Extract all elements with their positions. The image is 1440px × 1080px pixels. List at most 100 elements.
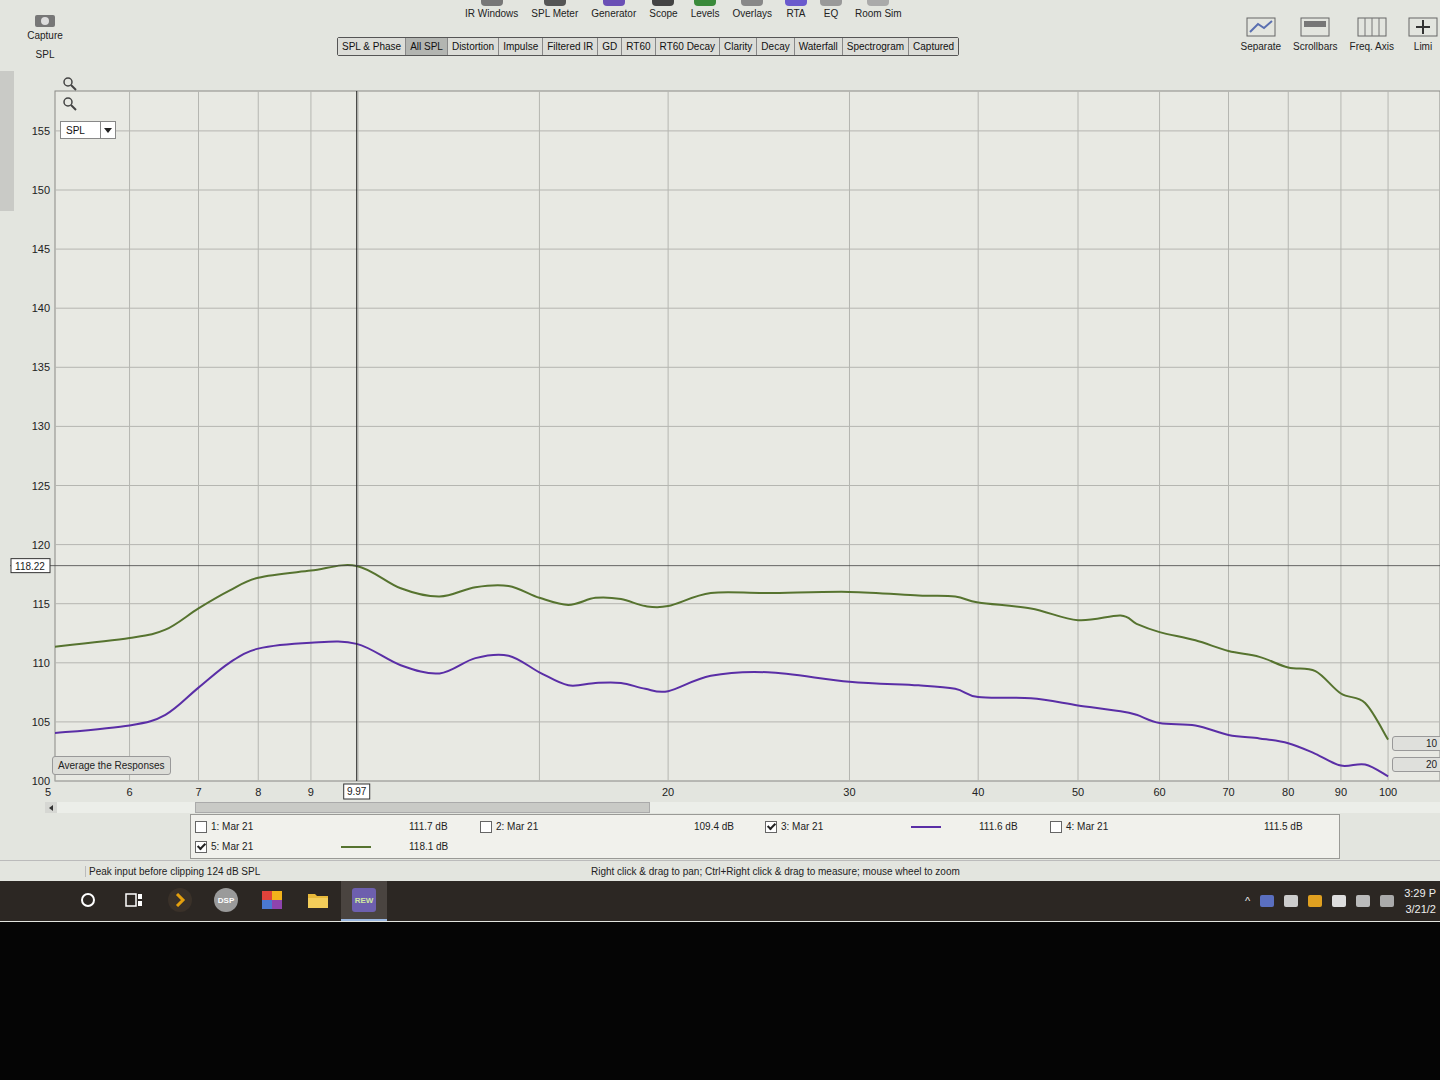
grid-line (55, 367, 1440, 368)
search-icon[interactable] (79, 891, 97, 909)
monitor-bezel (0, 922, 1440, 1080)
tool-button[interactable]: SPL Meter (531, 0, 578, 19)
view-tool-icon (1298, 16, 1332, 38)
cursor-x-label: 9.97 (347, 786, 367, 797)
tray-app-icon[interactable] (1332, 895, 1346, 907)
tab[interactable]: RT60 Decay (656, 38, 720, 55)
cursor-y-box (11, 559, 50, 573)
tab[interactable]: Waterfall (795, 38, 843, 55)
legend-item[interactable]: 5: Mar 21118.1 dB (195, 838, 480, 855)
tab[interactable]: Impulse (499, 38, 543, 55)
side-label[interactable]: 20 (1392, 757, 1440, 772)
tool-icon (603, 0, 625, 6)
tool-button[interactable]: EQ (820, 0, 842, 19)
tab[interactable]: Captured (909, 38, 958, 55)
side-label[interactable]: 10 (1392, 736, 1440, 751)
taskbar-app[interactable] (111, 881, 157, 921)
grid-line (55, 781, 1440, 782)
tool-icon (741, 0, 763, 6)
x-tick: 6 (126, 786, 132, 798)
tab[interactable]: Filtered IR (543, 38, 598, 55)
horizontal-scrollbar[interactable] (0, 801, 1440, 814)
taskbar-app[interactable] (295, 881, 341, 921)
volume-icon[interactable] (1380, 895, 1394, 907)
tool-button[interactable]: Overlays (733, 0, 772, 19)
tray-app-icon[interactable] (1260, 895, 1274, 907)
tab[interactable]: GD (598, 38, 622, 55)
taskbar-app[interactable] (157, 881, 203, 921)
tool-button[interactable]: Room Sim (855, 0, 902, 19)
legend-swatch (626, 826, 656, 828)
task-view-icon[interactable] (124, 891, 144, 909)
y-tick: 155 (32, 125, 50, 137)
tray-app-icon[interactable] (1308, 895, 1322, 907)
view-tool-button[interactable]: Separate (1240, 16, 1281, 52)
tab[interactable]: RT60 (622, 38, 655, 55)
hint-status: Right click & drag to pan; Ctrl+Right cl… (565, 866, 1440, 877)
cursor-vertical[interactable] (356, 91, 357, 781)
scroll-left-icon[interactable] (45, 802, 57, 813)
tool-row: IR Windows SPL Meter Generator Scope Levels O… (90, 0, 1240, 19)
magnifier-icon[interactable] (62, 96, 78, 112)
x-tick: 40 (972, 786, 984, 798)
legend-item[interactable]: 3: Mar 21111.6 dB (765, 818, 1050, 835)
tool-button[interactable]: IR Windows (465, 0, 518, 19)
tab[interactable]: Decay (757, 38, 794, 55)
axis-label: SPL (36, 49, 55, 60)
tab[interactable]: SPL & Phase (338, 38, 406, 55)
taskbar-app[interactable] (65, 881, 111, 921)
tray-app-icon[interactable] (1284, 895, 1298, 907)
taskbar-app[interactable]: REW (341, 881, 387, 921)
legend-checkbox[interactable] (765, 821, 777, 833)
grid-line (358, 91, 359, 781)
clock[interactable]: 3:29 P3/21/2 (1404, 885, 1436, 918)
tab[interactable]: All SPL (406, 38, 448, 55)
legend-item[interactable]: 2: Mar 21109.4 dB (480, 818, 765, 835)
tool-button[interactable]: RTA (785, 0, 807, 19)
tool-button[interactable]: Generator (591, 0, 636, 19)
grid-line (978, 91, 979, 781)
magnifier-icon[interactable] (62, 76, 78, 92)
grid-line (55, 190, 1440, 191)
tool-button[interactable]: Scope (649, 0, 677, 19)
capture-button[interactable]: CaptureSPL (0, 0, 90, 60)
legend-item[interactable]: 4: Mar 21111.5 dB (1050, 818, 1335, 835)
average-button[interactable]: Average the Responses (52, 756, 171, 775)
dsp-app-icon[interactable]: DSP (214, 888, 238, 912)
legend-item[interactable]: 1: Mar 21111.7 dB (195, 818, 480, 835)
tool-button[interactable]: Levels (691, 0, 720, 19)
gallery-icon[interactable] (260, 888, 284, 912)
tab[interactable]: Clarity (720, 38, 757, 55)
taskbar: DSP REW ^ 3:29 P3/21/2 (0, 881, 1440, 921)
grid-line (129, 91, 130, 781)
rew-app-icon[interactable]: REW (352, 888, 376, 912)
taskbar-app[interactable]: DSP (203, 881, 249, 921)
grid-line (539, 91, 540, 781)
y-tick: 120 (32, 539, 50, 551)
legend-checkbox[interactable] (1050, 821, 1062, 833)
network-icon[interactable] (1356, 895, 1370, 907)
vertical-scrollbar[interactable] (0, 71, 14, 211)
view-tool-icon (1406, 16, 1440, 38)
legend-checkbox[interactable] (480, 821, 492, 833)
tray-chevron[interactable]: ^ (1245, 895, 1250, 907)
legend-swatch (911, 826, 941, 828)
cursor-y-label: 118.22 (15, 561, 45, 572)
view-tool-button[interactable]: Limi (1406, 16, 1440, 52)
y-tick: 110 (32, 657, 50, 669)
tab[interactable]: Spectrogram (843, 38, 909, 55)
view-tool-button[interactable]: Scrollbars (1293, 16, 1337, 52)
view-tool-button[interactable]: Freq. Axis (1350, 16, 1394, 52)
legend-checkbox[interactable] (195, 821, 207, 833)
y-tick: 125 (32, 480, 50, 492)
taskbar-app[interactable] (249, 881, 295, 921)
scroll-thumb[interactable] (195, 802, 650, 813)
spl-chart[interactable]: 1551501451401351301251201151101051005678… (0, 66, 1440, 801)
legend-checkbox[interactable] (195, 841, 207, 853)
folder-icon[interactable] (306, 889, 330, 911)
y-tick: 135 (32, 361, 50, 373)
cursor-horizontal[interactable] (10, 565, 1440, 566)
view-dropdown[interactable]: SPL (60, 121, 116, 139)
plex-icon[interactable] (168, 888, 192, 912)
tab[interactable]: Distortion (448, 38, 499, 55)
